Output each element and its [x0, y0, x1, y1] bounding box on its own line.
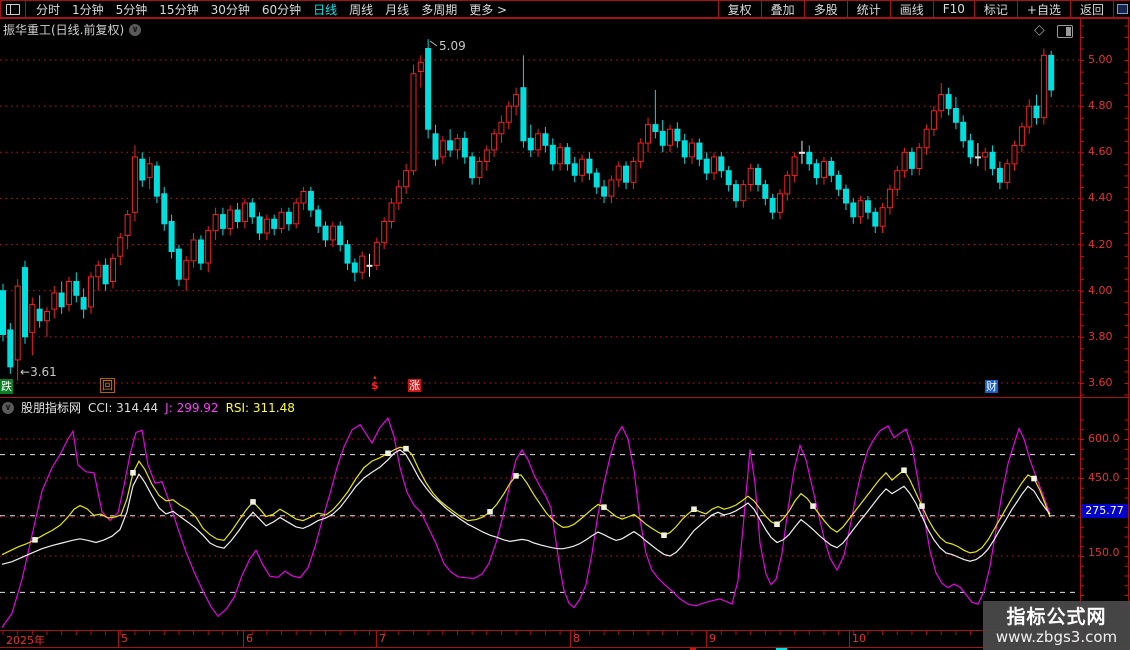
rsi-line — [2, 450, 1050, 564]
high-price-annotation: 5.09 — [439, 39, 466, 53]
mini-window-icon — [1117, 4, 1128, 14]
candlestick-series — [1, 39, 1054, 381]
event-badge-dividend[interactable]: ▴$ — [371, 375, 379, 391]
price-axis-label: 5.00 — [1088, 53, 1113, 66]
watermark: 指标公式网 www.zbgs3.com — [983, 601, 1130, 650]
watermark-site-name: 指标公式网 — [1006, 606, 1106, 628]
btn-mark[interactable]: 标记 — [974, 1, 1017, 17]
j-line-marker — [131, 470, 136, 475]
j-line-marker — [920, 504, 925, 509]
j-line-marker — [251, 499, 256, 504]
chart-canvas — [0, 0, 1130, 650]
j-line-marker — [488, 509, 493, 514]
x-label-oct[interactable]: 10 — [852, 632, 866, 645]
x-label-aug[interactable]: 8 — [573, 632, 580, 645]
j-line-marker — [33, 537, 38, 542]
low-price-annotation: ←3.61 — [20, 365, 57, 379]
price-axis-label: 4.80 — [1088, 99, 1113, 112]
tools-menu: 复权叠加多股统计画线F10标记+自选返回 — [718, 1, 1130, 17]
chevron-down-icon[interactable]: ∨ — [129, 24, 141, 36]
j-line-marker — [662, 533, 667, 538]
event-badge-callback[interactable]: 回 — [100, 378, 115, 393]
btn-multi-stock[interactable]: 多股 — [804, 1, 847, 17]
j-line-marker — [775, 522, 780, 527]
tab-daily[interactable]: 日线 — [307, 1, 343, 18]
btn-add-watchlist[interactable]: +自选 — [1017, 1, 1070, 17]
price-axis-label: 4.40 — [1088, 191, 1113, 204]
window-menu-button[interactable] — [0, 1, 26, 17]
j-line-marker — [602, 505, 607, 510]
tab-5min[interactable]: 5分钟 — [110, 1, 154, 18]
price-axis-label: 3.80 — [1088, 330, 1113, 343]
price-axis-label: 4.20 — [1088, 238, 1113, 251]
tab-1min[interactable]: 1分钟 — [66, 1, 110, 18]
x-label-jun[interactable]: 6 — [246, 632, 253, 645]
tab-30min[interactable]: 30分钟 — [205, 1, 256, 18]
j-line-marker — [386, 451, 391, 456]
tab-monthly[interactable]: 月线 — [379, 1, 415, 18]
btn-overlay[interactable]: 叠加 — [761, 1, 804, 17]
j-line-marker — [692, 507, 697, 512]
price-axis-label: 3.60 — [1088, 376, 1113, 389]
indicator-axis-label: 450.0 — [1088, 471, 1120, 484]
arrow-left-icon: ← — [20, 365, 30, 379]
x-label-jul[interactable]: 7 — [379, 632, 386, 645]
page-title: 振华重工(日线.前复权) — [3, 21, 124, 38]
x-label-may[interactable]: 5 — [121, 632, 128, 645]
event-badge-rise[interactable]: 涨 — [408, 379, 421, 392]
tab-15min[interactable]: 15分钟 — [153, 1, 204, 18]
btn-draw-line[interactable]: 画线 — [890, 1, 933, 17]
current-value-badge: 275.77 — [1081, 504, 1128, 518]
btn-adjust[interactable]: 复权 — [718, 1, 761, 17]
rsi-value-label: RSI: 311.48 — [226, 401, 295, 415]
price-axis-label: 4.60 — [1088, 145, 1113, 158]
j-line-marker — [404, 446, 409, 451]
tab-60min[interactable]: 60分钟 — [256, 1, 307, 18]
tab-minute-chart[interactable]: 分时 — [30, 1, 66, 18]
j-line-marker — [1032, 476, 1037, 481]
high-annotation-line — [430, 41, 437, 46]
btn-f10[interactable]: F10 — [933, 1, 974, 17]
indicator-collapse-icon[interactable]: ∨ — [2, 402, 14, 414]
indicator-axis-label: 150.0 — [1088, 546, 1120, 559]
trading-app-window: 分时1分钟5分钟15分钟30分钟60分钟日线周线月线多周期更多 > 复权叠加多股… — [0, 0, 1130, 650]
watermark-url: www.zbgs3.com — [996, 628, 1117, 646]
top-menu-bar: 分时1分钟5分钟15分钟30分钟60分钟日线周线月线多周期更多 > 复权叠加多股… — [0, 0, 1130, 18]
period-menu: 分时1分钟5分钟15分钟30分钟60分钟日线周线月线多周期更多 > — [30, 1, 513, 18]
indicator-axis-label: 600.0 — [1088, 432, 1120, 445]
indicator-header: ∨ 股朋指标网 CCI: 314.44 J: 299.92 RSI: 311.4… — [2, 399, 295, 416]
tab-more[interactable]: 更多 > — [463, 1, 513, 18]
tab-multi-period[interactable]: 多周期 — [415, 1, 463, 18]
j-line — [2, 447, 1050, 554]
x-label-sep[interactable]: 9 — [709, 632, 716, 645]
j-line-marker — [902, 468, 907, 473]
price-axis-label: 4.00 — [1088, 284, 1113, 297]
j-line-marker — [811, 504, 816, 509]
j-value-label: J: 299.92 — [165, 401, 218, 415]
j-line-marker — [514, 473, 519, 478]
event-badge-finance-report[interactable]: 财 — [985, 380, 998, 393]
event-badge-fall[interactable]: 跌 — [0, 379, 13, 394]
cci-value-label: CCI: 314.44 — [88, 401, 158, 415]
tab-weekly[interactable]: 周线 — [343, 1, 379, 18]
window-controls-button[interactable] — [1113, 1, 1130, 17]
pane-layout-icon[interactable] — [1057, 25, 1073, 38]
cci-line — [2, 418, 1050, 627]
window-icon — [6, 4, 20, 15]
btn-statistics[interactable]: 统计 — [847, 1, 890, 17]
btn-back[interactable]: 返回 — [1070, 1, 1113, 17]
diamond-mark-icon[interactable]: ◇ — [1034, 22, 1045, 38]
indicator-source-label: 股朋指标网 — [21, 399, 81, 416]
x-label-year[interactable]: 2025年 — [6, 632, 45, 648]
chart-title-row: 振华重工(日线.前复权) ∨ — [3, 21, 141, 38]
